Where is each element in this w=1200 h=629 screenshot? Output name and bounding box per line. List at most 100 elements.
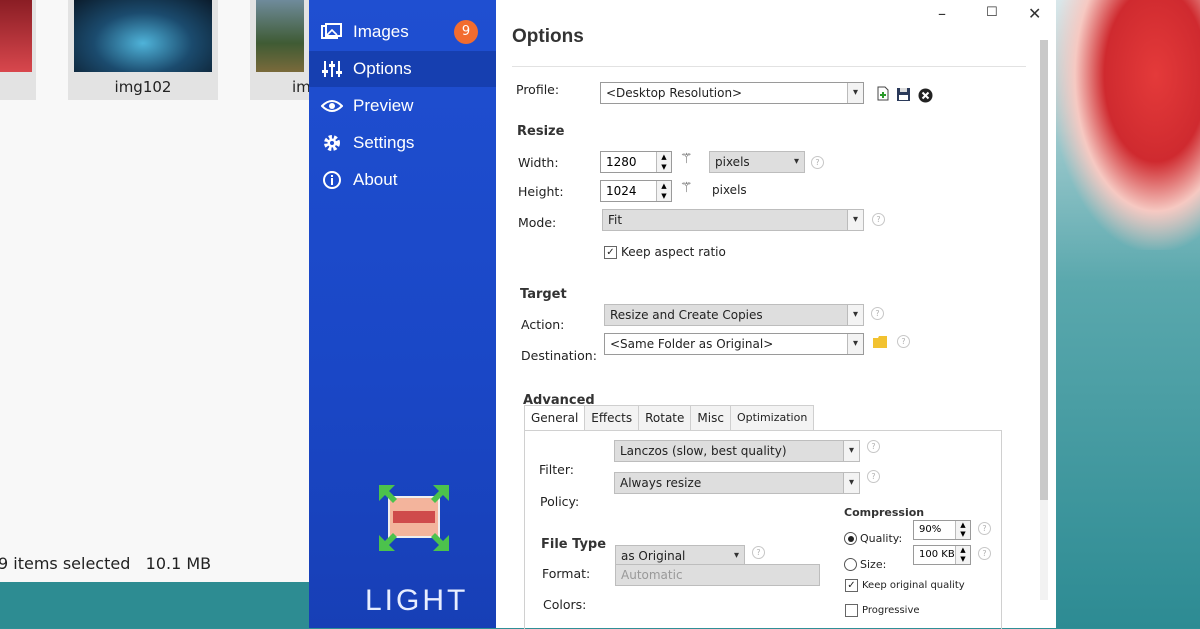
tab-general[interactable]: General xyxy=(524,405,586,431)
chevron-down-icon: ▾ xyxy=(847,334,863,354)
thumbnail-item[interactable]: im xyxy=(250,0,311,100)
thumbnail-image xyxy=(74,0,212,72)
sidebar-item-label: Preview xyxy=(353,96,414,115)
keep-aspect-label: Keep aspect ratio xyxy=(621,245,726,259)
radio-unselected-icon xyxy=(844,558,857,571)
magic-wand-icon[interactable]: ⚚ xyxy=(680,151,693,167)
height-label: Height: xyxy=(518,184,564,199)
help-icon[interactable]: ? xyxy=(978,547,991,560)
quality-radio[interactable]: Quality: xyxy=(844,532,902,545)
help-icon[interactable]: ? xyxy=(867,470,880,483)
height-value: 1024 xyxy=(606,184,637,198)
size-input[interactable]: 100 KB ▲ ▼ xyxy=(913,545,971,565)
eye-icon xyxy=(319,95,345,117)
format-value: as Original xyxy=(621,549,686,563)
width-unit-select[interactable]: pixels ▾ xyxy=(709,151,805,173)
policy-select[interactable]: Always resize ▾ xyxy=(614,472,860,494)
filetype-heading: File Type xyxy=(541,537,607,552)
folder-icon[interactable] xyxy=(872,334,887,349)
colors-value: Automatic xyxy=(621,568,683,582)
quality-input[interactable]: 90% ▲ ▼ xyxy=(913,520,971,540)
scrollbar-thumb[interactable] xyxy=(1040,40,1048,500)
thumbnail-image xyxy=(256,0,304,72)
delete-profile-icon[interactable] xyxy=(918,88,933,103)
wallpaper-flower xyxy=(1052,0,1200,250)
spinner-arrows-icon[interactable]: ▲ ▼ xyxy=(656,181,671,201)
sidebar-item-preview[interactable]: Preview xyxy=(309,88,496,124)
height-input[interactable]: 1024 ▲ ▼ xyxy=(600,180,672,202)
maximize-button[interactable]: ☐ xyxy=(986,5,998,20)
app-sidebar: Images 9 Options Preview Settings About xyxy=(309,0,496,628)
width-label: Width: xyxy=(518,155,559,170)
save-profile-icon[interactable] xyxy=(896,87,911,102)
page-title: Options xyxy=(512,26,584,47)
thumbnail-item[interactable]: img102 xyxy=(68,0,218,100)
chevron-down-icon: ▾ xyxy=(843,473,859,493)
keep-aspect-checkbox[interactable]: ✓ Keep aspect ratio xyxy=(604,245,726,259)
help-icon[interactable]: ? xyxy=(978,522,991,535)
profile-label: Profile: xyxy=(516,82,560,97)
filter-value: Lanczos (slow, best quality) xyxy=(620,444,787,458)
close-button[interactable]: ✕ xyxy=(1028,4,1041,23)
help-icon[interactable]: ? xyxy=(752,546,765,559)
sidebar-item-about[interactable]: About xyxy=(309,162,496,198)
help-icon[interactable]: ? xyxy=(872,213,885,226)
magic-wand-icon[interactable]: ⚚ xyxy=(680,180,693,196)
tab-effects[interactable]: Effects xyxy=(584,405,640,431)
help-icon[interactable]: ? xyxy=(867,440,880,453)
chevron-down-icon: ▾ xyxy=(793,156,800,167)
filter-select[interactable]: Lanczos (slow, best quality) ▾ xyxy=(614,440,860,462)
chevron-down-icon: ▾ xyxy=(733,550,740,561)
minimize-button[interactable]: – xyxy=(938,4,946,23)
gear-icon xyxy=(319,132,345,154)
tab-misc[interactable]: Misc xyxy=(690,405,731,431)
spinner-arrows-icon[interactable]: ▲ ▼ xyxy=(656,152,671,172)
destination-select[interactable]: <Same Folder as Original> ▾ xyxy=(604,333,864,355)
profile-select[interactable]: <Desktop Resolution> ▾ xyxy=(600,82,864,104)
width-input[interactable]: 1280 ▲ ▼ xyxy=(600,151,672,173)
thumbnail-item[interactable] xyxy=(0,0,36,100)
chevron-down-icon: ▾ xyxy=(843,441,859,461)
thumbnail-label: im xyxy=(292,78,311,96)
radio-selected-icon xyxy=(844,532,857,545)
info-icon xyxy=(319,169,345,191)
mode-label: Mode: xyxy=(518,215,557,230)
sidebar-item-options[interactable]: Options xyxy=(309,51,496,87)
width-value: 1280 xyxy=(606,155,637,169)
sidebar-item-images[interactable]: Images 9 xyxy=(309,14,496,50)
keep-quality-checkbox[interactable]: ✓ Keep original quality xyxy=(845,579,965,592)
mode-value: Fit xyxy=(608,213,623,227)
help-icon[interactable]: ? xyxy=(897,335,910,348)
tab-rotate[interactable]: Rotate xyxy=(638,405,692,431)
mode-select[interactable]: Fit ▾ xyxy=(602,209,864,231)
profile-value: <Desktop Resolution> xyxy=(606,86,743,100)
advanced-tabs: General Effects Rotate Misc Optimization xyxy=(524,405,815,431)
thumbnail-label: img102 xyxy=(114,78,172,96)
spinner-arrows-icon[interactable]: ▲ ▼ xyxy=(955,546,970,564)
colors-label: Colors: xyxy=(543,597,587,612)
target-heading: Target xyxy=(520,287,567,302)
height-unit: pixels xyxy=(712,183,747,197)
sliders-icon xyxy=(319,58,345,80)
spinner-arrows-icon[interactable]: ▲ ▼ xyxy=(955,521,970,539)
desktop-strip xyxy=(0,580,320,628)
chevron-down-icon: ▾ xyxy=(847,305,863,325)
size-radio[interactable]: Size: xyxy=(844,558,886,571)
colors-select[interactable]: Automatic xyxy=(615,564,820,586)
sidebar-item-label: Settings xyxy=(353,133,415,152)
format-label: Format: xyxy=(542,566,591,581)
sidebar-item-settings[interactable]: Settings xyxy=(309,125,496,161)
new-profile-icon[interactable] xyxy=(876,86,891,101)
action-select[interactable]: Resize and Create Copies ▾ xyxy=(604,304,864,326)
app-logo-icon xyxy=(379,485,449,551)
quality-value: 90% xyxy=(919,524,942,535)
resize-heading: Resize xyxy=(517,124,565,139)
keep-quality-label: Keep original quality xyxy=(862,580,965,591)
tab-optimization[interactable]: Optimization xyxy=(729,405,815,431)
size-label: Size: xyxy=(860,558,887,571)
quality-label: Quality: xyxy=(860,532,903,545)
images-icon xyxy=(319,21,345,43)
help-icon[interactable]: ? xyxy=(871,307,884,320)
help-icon[interactable]: ? xyxy=(811,156,824,169)
progressive-checkbox[interactable]: Progressive xyxy=(845,604,920,617)
